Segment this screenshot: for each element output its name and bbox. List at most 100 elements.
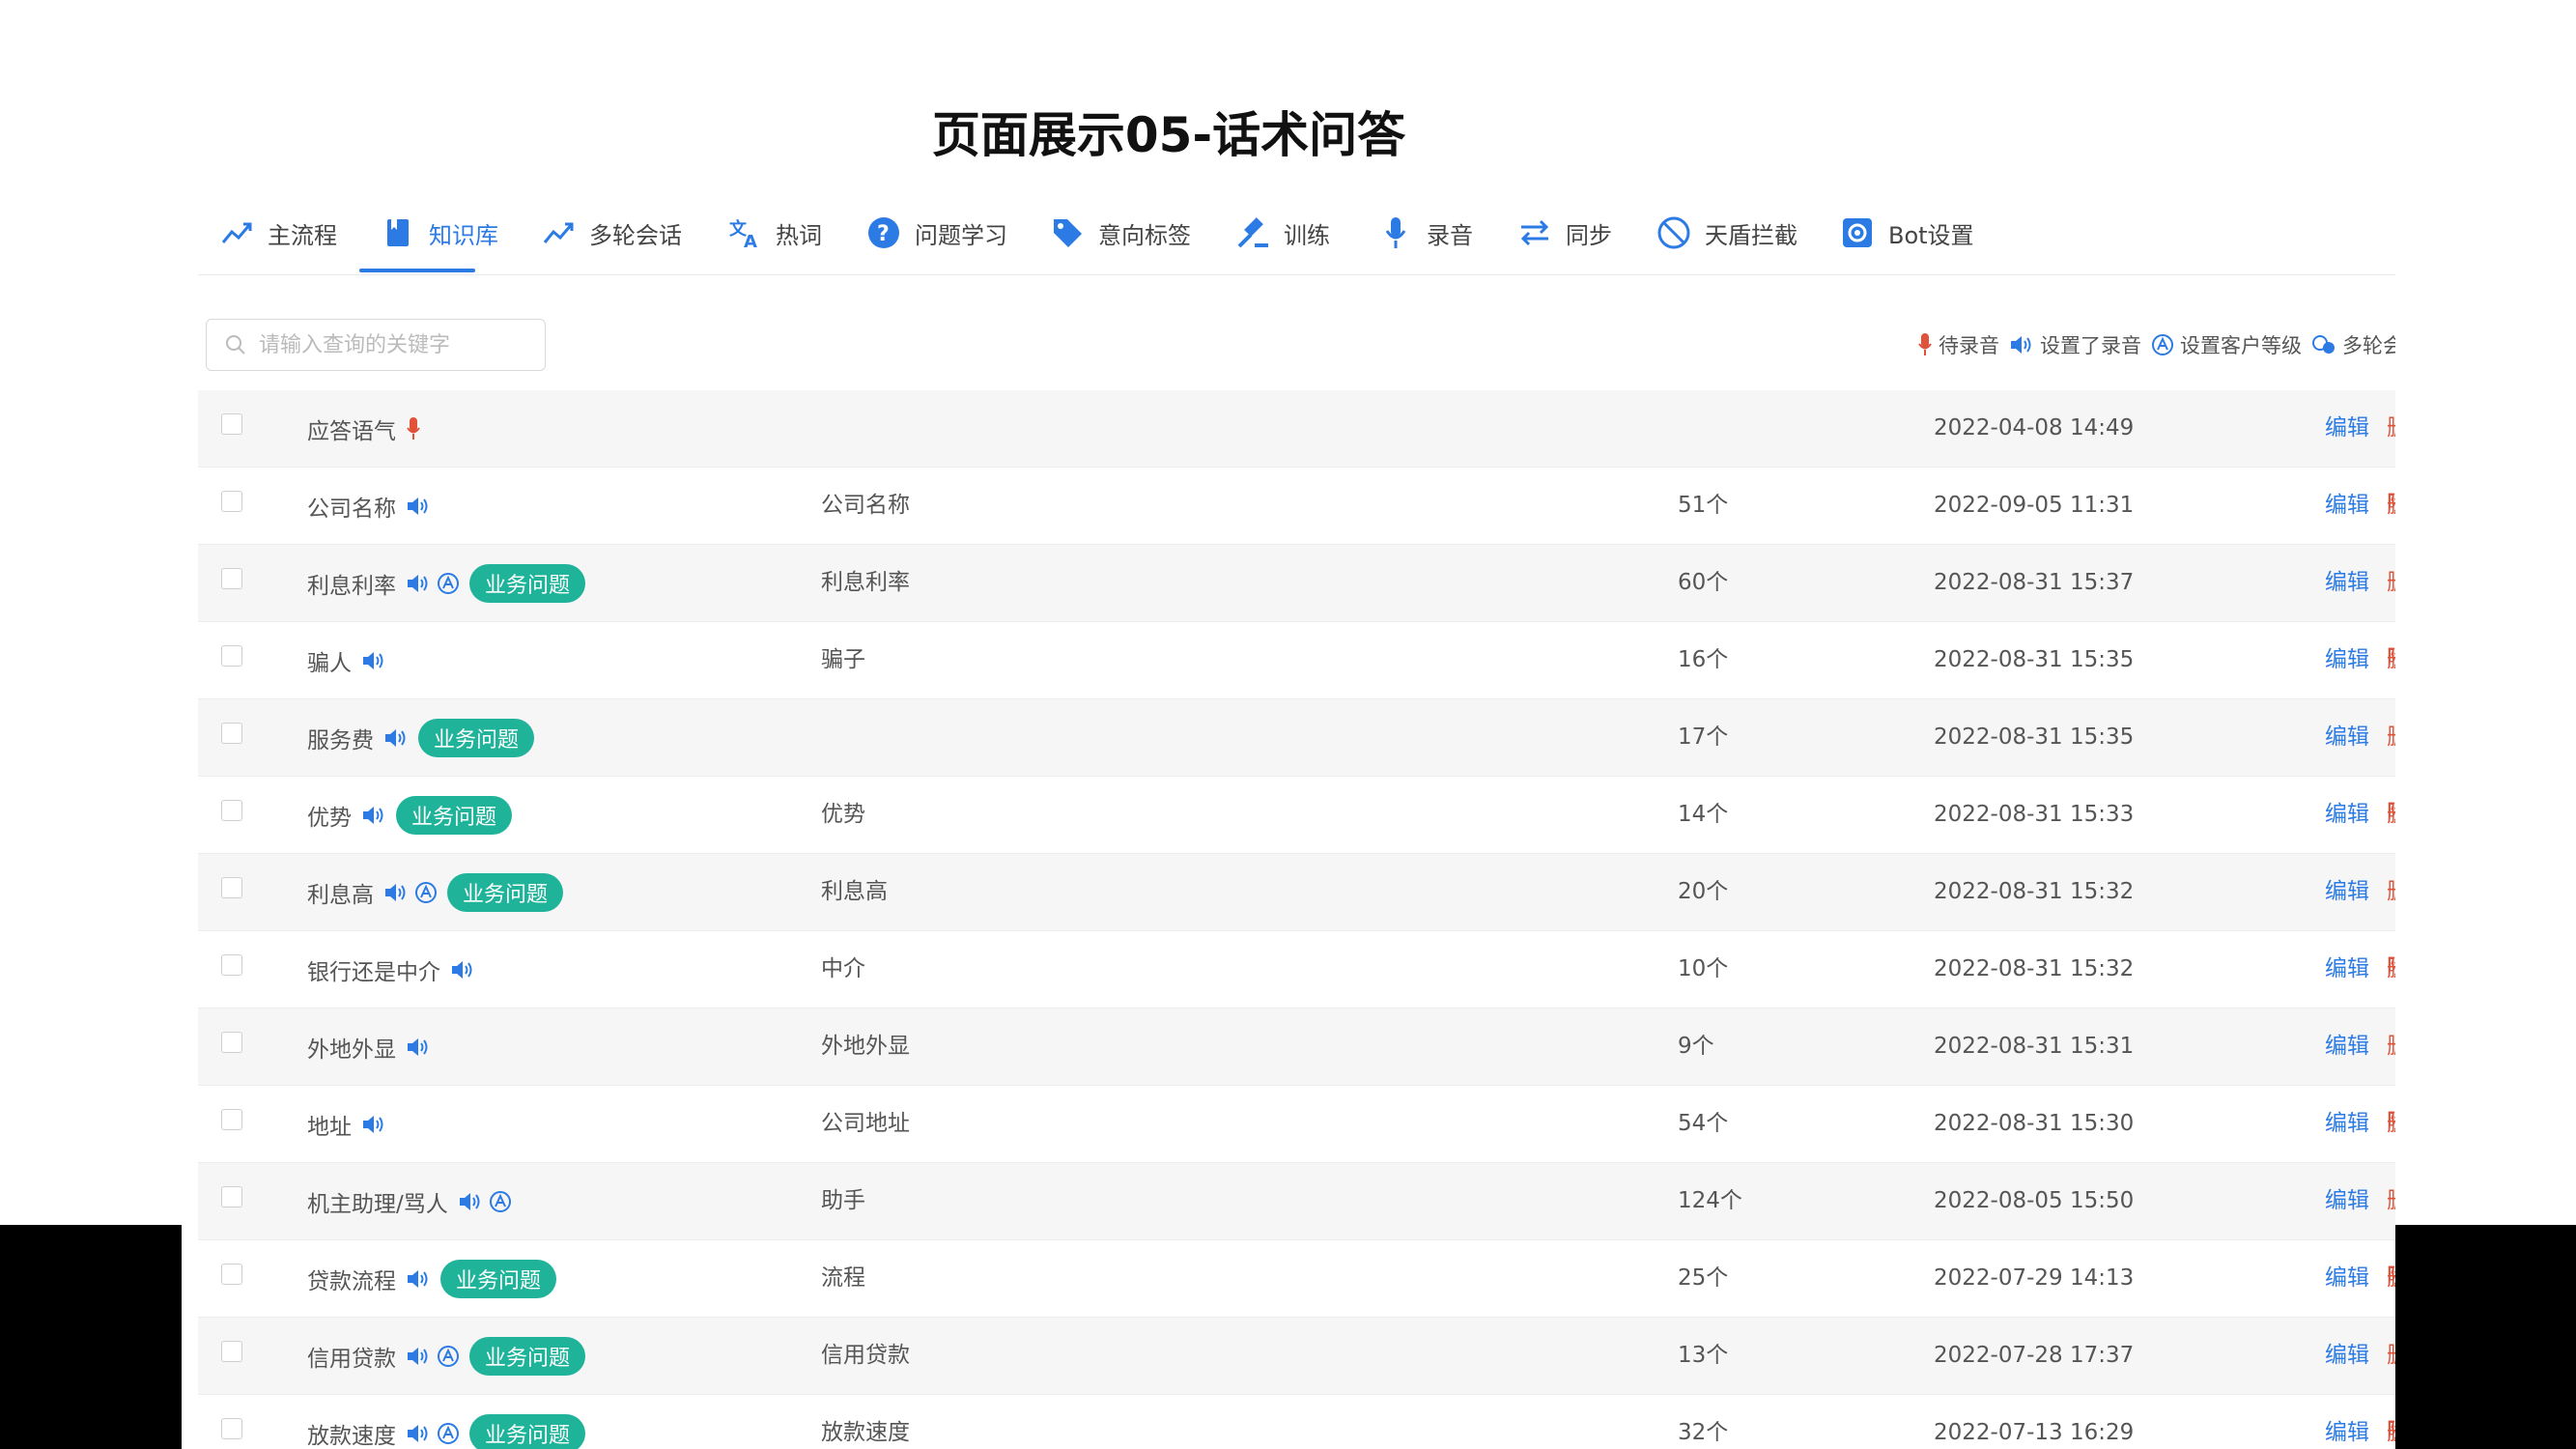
delete-link[interactable]: 删除: [2387, 622, 2395, 749]
delete-link[interactable]: 删除: [2387, 545, 2395, 671]
row-title: 利息利率 业务问题: [307, 545, 586, 621]
speaker-icon[interactable]: [383, 726, 409, 750]
table-row: 公司名称 公司名称 51个 2022-09-05 11:31 编辑 删除: [198, 468, 2395, 594]
row-name: 利息利率: [307, 573, 396, 599]
row-name: 骗人: [307, 650, 352, 676]
edit-link[interactable]: 编辑: [2325, 699, 2369, 776]
edit-link[interactable]: 编辑: [2325, 1163, 2369, 1239]
edit-link[interactable]: 编辑: [2325, 1395, 2369, 1449]
row-keyword: 公司名称: [821, 493, 910, 518]
tag-icon: [1048, 213, 1087, 252]
edit-link[interactable]: 编辑: [2325, 622, 2369, 698]
row-date: 2022-04-08 14:49: [1934, 415, 2135, 440]
row-checkbox[interactable]: [221, 1418, 242, 1439]
tab-label: 训练: [1284, 221, 1330, 249]
speaker-icon[interactable]: [450, 958, 475, 981]
row-checkbox[interactable]: [221, 568, 242, 589]
row-count: 10个: [1678, 956, 1729, 981]
tab-7[interactable]: 训练: [1233, 209, 1330, 257]
speaker-icon[interactable]: [406, 1345, 431, 1368]
delete-link[interactable]: 删除: [2387, 1318, 2395, 1444]
row-title: 应答语气: [307, 390, 427, 467]
search-input[interactable]: [257, 331, 531, 358]
tab-3[interactable]: 多轮会话: [539, 209, 682, 257]
tab-1[interactable]: 主流程: [217, 209, 337, 257]
row-count: 20个: [1678, 879, 1729, 904]
delete-link[interactable]: 删除: [2387, 1240, 2395, 1367]
gavel-icon: [1233, 213, 1272, 252]
speaker-icon[interactable]: [361, 1113, 386, 1136]
search-box[interactable]: [206, 319, 546, 371]
row-checkbox[interactable]: [221, 491, 242, 512]
row-checkbox[interactable]: [221, 954, 242, 976]
delete-link[interactable]: 删除: [2387, 390, 2395, 517]
speaker-icon[interactable]: [406, 495, 431, 518]
row-checkbox[interactable]: [221, 800, 242, 821]
delete-link[interactable]: 删除: [2387, 777, 2395, 903]
table-row: 利息高 业务问题 利息高 20个 2022-08-31 15:32 编辑 删除: [198, 854, 2395, 980]
speaker-icon[interactable]: [361, 649, 386, 672]
edit-link[interactable]: 编辑: [2325, 1086, 2369, 1162]
tab-11[interactable]: Bot设置: [1838, 209, 1974, 257]
tab-5[interactable]: ? 问题学习: [864, 209, 1007, 257]
edit-link[interactable]: 编辑: [2325, 931, 2369, 1008]
row-count: 16个: [1678, 647, 1729, 672]
delete-link[interactable]: 删除: [2387, 931, 2395, 1058]
multi-chat-icon: [2312, 335, 2335, 354]
row-checkbox[interactable]: [221, 1186, 242, 1208]
edit-link[interactable]: 编辑: [2325, 777, 2369, 853]
edit-link[interactable]: 编辑: [2325, 1318, 2369, 1394]
row-name: 银行还是中介: [307, 959, 440, 985]
table-row: 贷款流程 业务问题 流程 25个 2022-07-29 14:13 编辑 删除: [198, 1240, 2395, 1367]
row-name: 贷款流程: [307, 1268, 396, 1294]
delete-link[interactable]: 删除: [2387, 1395, 2395, 1449]
tab-4[interactable]: 文 A 热词: [725, 209, 822, 257]
edit-link[interactable]: 编辑: [2325, 468, 2369, 544]
row-title: 放款速度 业务问题: [307, 1395, 586, 1449]
row-checkbox[interactable]: [221, 723, 242, 744]
row-checkbox[interactable]: [221, 877, 242, 898]
row-date: 2022-08-31 15:35: [1934, 647, 2135, 672]
edit-link[interactable]: 编辑: [2325, 545, 2369, 621]
edit-link[interactable]: 编辑: [2325, 854, 2369, 930]
level-a-icon: [414, 881, 438, 904]
delete-link[interactable]: 删除: [2387, 1009, 2395, 1135]
row-checkbox[interactable]: [221, 413, 242, 435]
row-name: 应答语气: [307, 418, 396, 444]
speaker-icon[interactable]: [383, 881, 409, 904]
row-checkbox[interactable]: [221, 1032, 242, 1053]
tab-6[interactable]: 意向标签: [1048, 209, 1191, 257]
row-checkbox[interactable]: [221, 645, 242, 667]
tab-bar: 主流程 知识库 多轮会话 文 A 热词 ? 问题学习 意向标签 训练 录音 同步 天盾拦截 Bot设置: [198, 193, 2395, 275]
speaker-icon[interactable]: [406, 1036, 431, 1059]
row-date: 2022-07-28 17:37: [1934, 1343, 2135, 1368]
table-row: 外地外显 外地外显 9个 2022-08-31 15:31 编辑 删除: [198, 1009, 2395, 1135]
delete-link[interactable]: 删除: [2387, 1163, 2395, 1290]
svg-text:?: ?: [877, 222, 890, 246]
delete-link[interactable]: 删除: [2387, 854, 2395, 980]
microphone-icon: [406, 416, 421, 441]
speaker-icon[interactable]: [406, 1422, 431, 1445]
edit-link[interactable]: 编辑: [2325, 1240, 2369, 1317]
edit-link[interactable]: 编辑: [2325, 1009, 2369, 1085]
delete-link[interactable]: 删除: [2387, 699, 2395, 826]
tab-10[interactable]: 天盾拦截: [1655, 209, 1798, 257]
delete-link[interactable]: 删除: [2387, 1086, 2395, 1212]
row-checkbox[interactable]: [221, 1264, 242, 1285]
speaker-icon[interactable]: [361, 804, 386, 827]
tab-2[interactable]: 知识库: [379, 209, 498, 257]
speaker-icon[interactable]: [458, 1190, 483, 1213]
tab-9[interactable]: 同步: [1515, 209, 1612, 257]
tab-8[interactable]: 录音: [1376, 209, 1473, 257]
row-title: 地址: [307, 1086, 392, 1162]
black-bar-left: [0, 1225, 182, 1449]
edit-link[interactable]: 编辑: [2325, 390, 2369, 467]
row-checkbox[interactable]: [221, 1109, 242, 1130]
business-question-badge: 业务问题: [396, 795, 513, 835]
row-checkbox[interactable]: [221, 1341, 242, 1362]
speaker-icon[interactable]: [406, 572, 431, 595]
row-title: 贷款流程 业务问题: [307, 1240, 557, 1317]
row-name: 地址: [307, 1114, 352, 1140]
speaker-icon[interactable]: [406, 1267, 431, 1291]
delete-link[interactable]: 删除: [2387, 468, 2395, 594]
